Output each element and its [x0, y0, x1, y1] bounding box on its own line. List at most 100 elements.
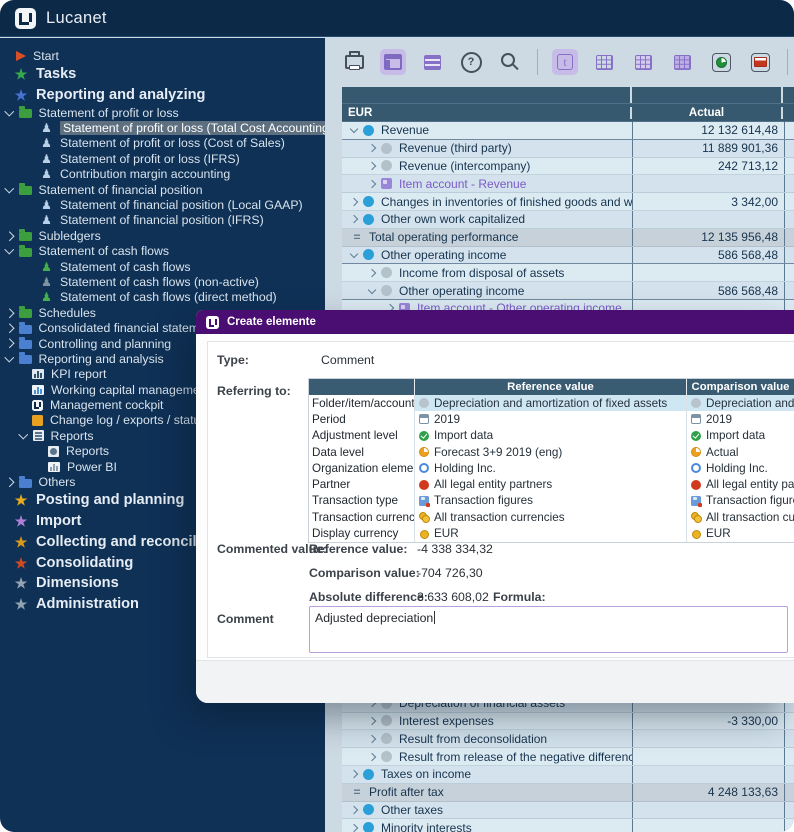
reference-table-row[interactable]: Transaction typeTransaction figuresTrans… — [309, 493, 794, 509]
table-row[interactable]: Interest expenses-3 330,00 — [342, 713, 794, 731]
reference-table-row[interactable]: Transaction currencyAll transaction curr… — [309, 509, 794, 525]
sidebar-item-statement-of-profit-or-loss-total-cost-accounting[interactable]: ♟Statement of profit or loss (Total Cost… — [0, 120, 325, 135]
sidebar-item-label: Administration — [36, 596, 139, 612]
sidebar-item-tasks[interactable]: ★Tasks — [0, 63, 325, 84]
ref-row-label: Transaction type — [309, 493, 415, 509]
toolbar-rows-layout-button[interactable] — [419, 49, 445, 75]
toolbar-text-cell-button[interactable] — [552, 49, 578, 75]
sidebar-item-statement-of-profit-or-loss-cost-of-sales[interactable]: ♟Statement of profit or loss (Cost of Sa… — [0, 136, 325, 151]
toolbar-separator — [787, 49, 788, 75]
pie-orange-icon — [419, 447, 429, 457]
table-row[interactable]: Minority interests — [342, 819, 794, 832]
table-row[interactable]: Taxes on income — [342, 766, 794, 784]
reference-table-header: Reference value Comparison value — [309, 379, 794, 395]
pawn-icon: ♟ — [40, 153, 53, 165]
comparison-value-column-header: Comparison value — [687, 379, 794, 395]
table-row[interactable]: Income from disposal of assets — [342, 264, 794, 282]
reference-table-row[interactable]: Adjustment levelImport dataImport data — [309, 428, 794, 444]
dialog-title-bar[interactable]: Create elemente — [196, 310, 794, 334]
reference-value-text: Holding Inc. — [434, 462, 496, 475]
item-account-icon — [381, 178, 392, 189]
grid-icon — [596, 55, 613, 70]
card-glyph-icon — [754, 57, 767, 67]
table-row[interactable]: =Total operating performance12 135 956,4… — [342, 229, 794, 247]
sidebar-item-statement-of-financial-position-ifrs[interactable]: ♟Statement of financial position (IFRS) — [0, 213, 325, 228]
toolbar-separator — [537, 49, 538, 75]
import-check-icon — [691, 431, 701, 441]
table-row[interactable]: Other operating income586 568,48 — [342, 247, 794, 265]
sidebar-item-statement-of-cash-flows[interactable]: Statement of cash flows — [0, 244, 325, 259]
sidebar-item-statement-of-cash-flows-direct-method[interactable]: ♟Statement of cash flows (direct method) — [0, 290, 325, 305]
account-group-icon — [363, 804, 374, 815]
table-row[interactable]: Other operating income586 568,48 — [342, 282, 794, 300]
toolbar-grid-filled-button[interactable] — [630, 49, 656, 75]
chevron-right-icon — [368, 144, 376, 152]
text-caret — [434, 611, 435, 624]
sidebar-item-reporting-and-analyzing[interactable]: ★Reporting and analyzing — [0, 84, 325, 105]
sidebar-item-label: Start — [33, 49, 59, 63]
dialog-footer — [196, 660, 794, 703]
table-row[interactable]: Result from deconsolidation — [342, 730, 794, 748]
toolbar-panes-layout-button[interactable] — [380, 49, 406, 75]
table-rows-bottom: Depreciation of financial assetsInterest… — [342, 695, 794, 832]
toolbar-printer-button[interactable] — [341, 49, 367, 75]
reference-value-text: Import data — [434, 429, 493, 442]
chevron-right-icon — [5, 231, 14, 240]
account-group-icon — [363, 214, 374, 225]
table-row[interactable]: Changes in inventories of finished goods… — [342, 193, 794, 211]
comparison-value-text: Actual — [706, 446, 738, 459]
toolbar-help-button[interactable] — [458, 49, 484, 75]
sidebar-item-statement-of-financial-position-local-gaap[interactable]: ♟Statement of financial position (Local … — [0, 197, 325, 212]
reference-table-row[interactable]: Display currencyEUREUR — [309, 525, 794, 541]
sidebar-item-start[interactable]: Start — [0, 48, 325, 63]
reference-table-row[interactable]: PartnerAll legal entity partnersAll lega… — [309, 476, 794, 492]
reference-value-cell: 2019 — [415, 411, 687, 427]
currency-header[interactable]: EUR — [342, 107, 632, 119]
table-row[interactable]: Revenue (third party)11 889 901,36 — [342, 140, 794, 158]
reference-table-row[interactable]: Data levelForecast 3+9 2019 (eng)Actual — [309, 444, 794, 460]
table-row[interactable]: Result from release of the negative diff… — [342, 748, 794, 766]
row-label: Result from release of the negative diff… — [399, 750, 633, 764]
row-value: 12 135 956,48 — [701, 230, 778, 244]
chevron-down-icon — [19, 430, 28, 439]
type-label: Type: — [217, 353, 249, 367]
comparison-value-cell: Holding Inc. — [687, 460, 794, 476]
sidebar-item-statement-of-cash-flows[interactable]: ♟Statement of cash flows — [0, 259, 325, 274]
row-label: Taxes on income — [381, 767, 471, 781]
sidebar-item-label: Statement of profit or loss (Cost of Sal… — [60, 136, 285, 150]
sidebar-item-contribution-margin-accounting[interactable]: ♟Contribution margin accounting — [0, 167, 325, 182]
actual-column-header[interactable]: Actual — [632, 107, 783, 119]
comment-textarea[interactable]: Adjusted depreciation — [309, 606, 788, 653]
toolbar-grid-dense-button[interactable] — [669, 49, 695, 75]
sidebar-item-statement-of-cash-flows-non-active[interactable]: ♟Statement of cash flows (non-active) — [0, 274, 325, 289]
kpi-chart-icon — [32, 369, 44, 379]
reference-table-row[interactable]: Period20192019 — [309, 411, 794, 427]
table-row[interactable]: Other own work capitalized — [342, 211, 794, 229]
reference-value-text: Transaction figures — [434, 494, 533, 507]
comparison-value-text: Holding Inc. — [706, 462, 768, 475]
sidebar-item-statement-of-profit-or-loss-ifrs[interactable]: ♟Statement of profit or loss (IFRS) — [0, 151, 325, 166]
toolbar-card-button[interactable] — [747, 49, 773, 75]
table-row[interactable]: Revenue12 132 614,48 — [342, 122, 794, 140]
ref-row-label: Partner — [309, 476, 415, 492]
table-row[interactable]: Other taxes — [342, 802, 794, 820]
change-log-icon — [32, 415, 43, 426]
table-row[interactable]: Revenue (intercompany)242 713,12 — [342, 158, 794, 176]
toolbar-cube-button[interactable] — [708, 49, 734, 75]
sidebar-item-label: Subledgers — [39, 229, 101, 243]
sidebar-item-label: Statement of cash flows (non-active) — [60, 275, 259, 289]
reference-value-cell: All transaction currencies — [415, 509, 687, 525]
row-label: Other operating income — [381, 248, 506, 262]
table-row[interactable]: Item account - Revenue — [342, 175, 794, 193]
folder-icon — [19, 479, 32, 488]
toolbar-grid-button[interactable] — [591, 49, 617, 75]
sidebar-item-statement-of-profit-or-loss[interactable]: Statement of profit or loss — [0, 105, 325, 120]
table-row[interactable]: =Profit after tax4 248 133,63 — [342, 784, 794, 802]
coins-icon — [691, 512, 701, 522]
folder-icon — [19, 248, 32, 257]
sidebar-item-statement-of-financial-position[interactable]: Statement of financial position — [0, 182, 325, 197]
toolbar-search-button[interactable] — [497, 49, 523, 75]
reference-table-row[interactable]: Organization elementHolding Inc.Holding … — [309, 460, 794, 476]
sidebar-item-subledgers[interactable]: Subledgers — [0, 228, 325, 243]
reference-table-row[interactable]: Folder/item/accountDepreciation and amor… — [309, 395, 794, 411]
